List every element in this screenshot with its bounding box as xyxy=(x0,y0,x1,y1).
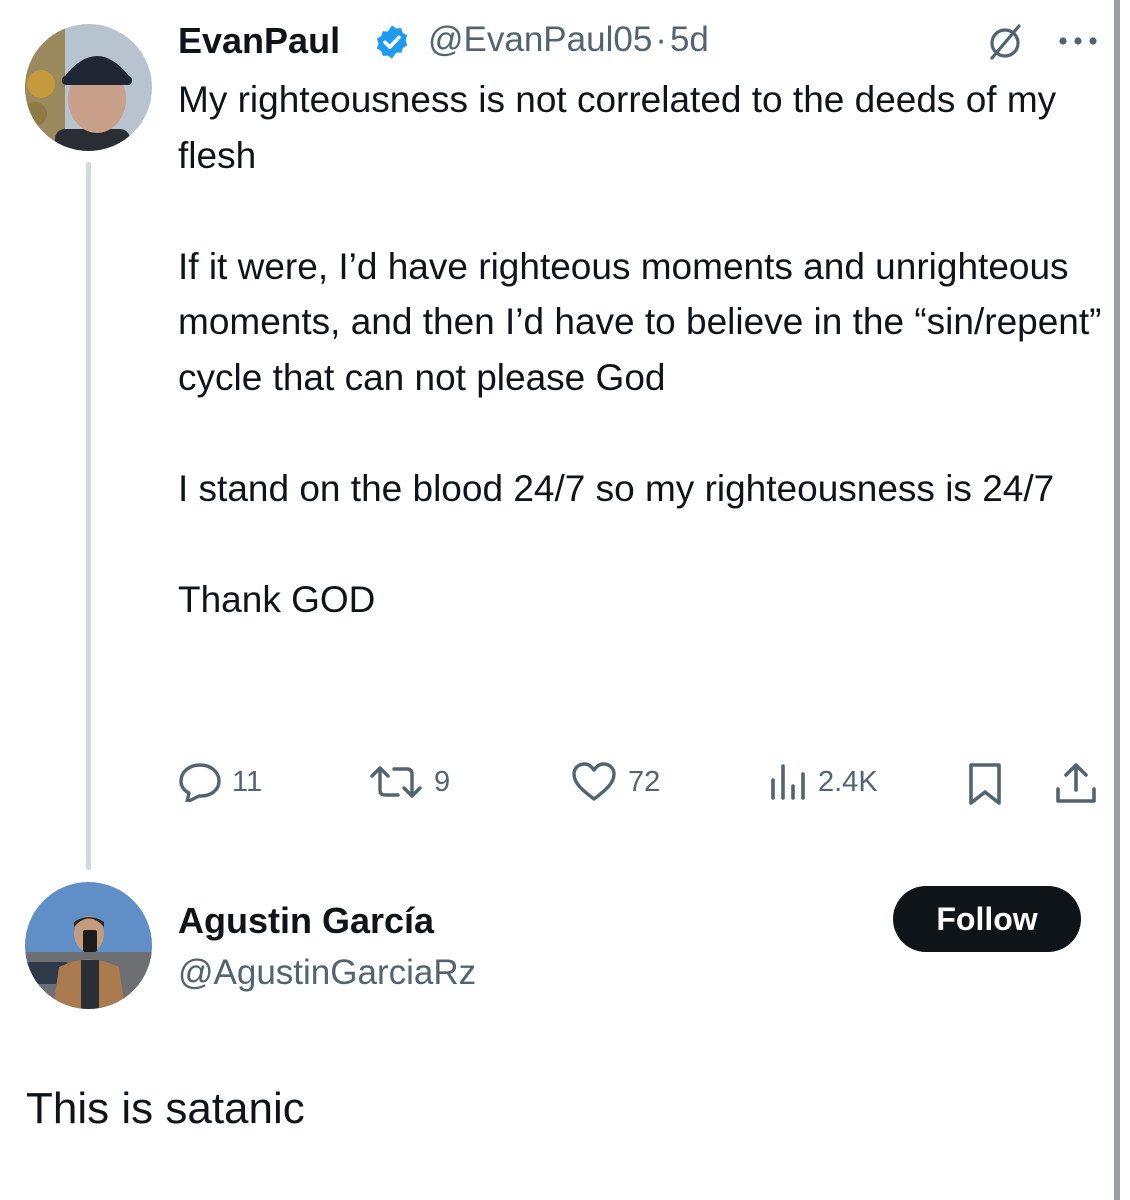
avatar-evanpaul[interactable] xyxy=(25,24,152,151)
reply-text: This is satanic xyxy=(26,1084,305,1133)
author-handle[interactable]: @EvanPaul05·5d xyxy=(428,20,709,60)
reply-count: 11 xyxy=(232,765,263,798)
views-icon xyxy=(768,762,808,802)
tweet-paragraph: Thank GOD xyxy=(178,578,376,620)
verified-badge-icon xyxy=(373,23,411,61)
views-count: 2.4K xyxy=(818,765,878,798)
tweet-paragraph: I stand on the blood 24/7 so my righteou… xyxy=(178,467,1055,509)
scrollbar[interactable] xyxy=(1114,0,1120,1200)
thread-connector-line xyxy=(86,162,91,870)
tweet-text: My righteousness is not correlated to th… xyxy=(178,72,1108,627)
views-button[interactable]: 2.4K xyxy=(768,762,878,802)
like-button[interactable]: 72 xyxy=(570,762,660,802)
tweet-paragraph: If it were, I’d have righteous moments a… xyxy=(178,245,1102,398)
reply-author-name[interactable]: Agustin García xyxy=(178,900,434,942)
repost-icon xyxy=(368,762,424,802)
share-icon[interactable] xyxy=(1054,762,1098,811)
grok-icon[interactable] xyxy=(986,22,1026,62)
like-icon xyxy=(570,762,618,802)
avatar-agustin-garcia[interactable] xyxy=(25,882,152,1009)
bookmark-icon[interactable] xyxy=(966,762,1004,811)
follow-button[interactable]: Follow xyxy=(893,886,1081,952)
repost-count: 9 xyxy=(434,765,451,798)
tweet-paragraph: My righteousness is not correlated to th… xyxy=(178,79,1057,176)
tweet-time[interactable]: 5d xyxy=(670,20,709,59)
more-icon[interactable] xyxy=(1056,34,1100,48)
handle-text: @EvanPaul05 xyxy=(428,20,653,59)
like-count: 72 xyxy=(628,765,661,798)
reply-button[interactable]: 11 xyxy=(178,762,262,802)
reply-icon xyxy=(178,762,222,802)
author-name[interactable]: EvanPaul xyxy=(178,20,340,62)
reply-author-handle[interactable]: @AgustinGarciaRz xyxy=(178,953,476,993)
separator-dot: · xyxy=(655,20,667,59)
repost-button[interactable]: 9 xyxy=(368,762,450,802)
